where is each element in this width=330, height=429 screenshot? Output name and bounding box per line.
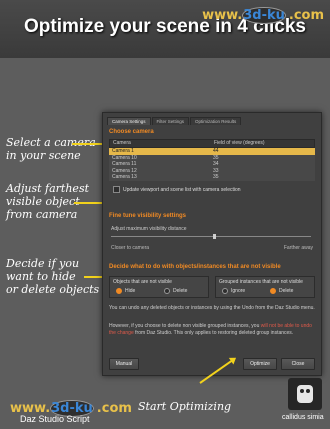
instances-radio-group: Grouped instances that are not visible I… bbox=[215, 276, 315, 298]
radio-dot[interactable] bbox=[222, 288, 228, 294]
undo-info-text: You can undo any deleted objects or inst… bbox=[109, 305, 315, 311]
warning-info-text: However, if you choose to delete non vis… bbox=[109, 323, 315, 336]
watermark-suffix: .com bbox=[96, 401, 132, 416]
callout-line: or delete objects bbox=[6, 283, 100, 296]
arrow-icon bbox=[72, 140, 110, 148]
callout-line: in your scene bbox=[6, 149, 81, 162]
radio-label: Delete bbox=[279, 288, 294, 294]
slider-label: Adjust maximum visibility distance bbox=[111, 226, 187, 232]
table-header: Camera Field of view (degrees) bbox=[109, 139, 315, 148]
callout-line: Decide if you bbox=[6, 257, 80, 270]
close-button[interactable]: Close bbox=[281, 358, 315, 370]
objects-radio-group: Objects that are not visible Hide Delete bbox=[109, 276, 209, 298]
choose-camera-heading: Choose camera bbox=[109, 129, 154, 135]
radio-delete-instances[interactable]: Delete bbox=[270, 288, 293, 294]
manual-button[interactable]: Manual bbox=[109, 358, 139, 370]
decide-heading: Decide what to do with objects/instances… bbox=[109, 264, 281, 270]
radio-label: Delete bbox=[173, 288, 188, 294]
info-text: However, if you choose to delete non vis… bbox=[109, 323, 261, 329]
group-title: Grouped instances that are not visible bbox=[219, 279, 303, 285]
cell-camera: Camera 13 bbox=[112, 174, 137, 180]
watermark-top: www.3d-ku .com bbox=[202, 7, 324, 24]
callout-line: Adjust farthest bbox=[6, 182, 90, 195]
optimizer-dialog: Camera Settings Filter Settings Optimiza… bbox=[102, 112, 322, 376]
update-viewport-checkbox[interactable]: Update viewport and scene list with came… bbox=[113, 186, 241, 193]
column-header-camera[interactable]: Camera bbox=[110, 140, 211, 147]
fine-tune-heading: Fine tune visibility settings bbox=[109, 213, 187, 219]
slider-min-label: Closer to camera bbox=[111, 245, 150, 251]
group-title: Objects that are not visible bbox=[113, 279, 172, 285]
callout-start-optimizing: Start Optimizing bbox=[138, 400, 232, 413]
visibility-distance-slider[interactable] bbox=[111, 234, 311, 239]
radio-dot[interactable] bbox=[164, 288, 170, 294]
slider-max-label: Farther away bbox=[283, 245, 313, 251]
radio-ignore[interactable]: Ignore bbox=[222, 288, 245, 294]
column-header-fov[interactable]: Field of view (degrees) bbox=[211, 140, 314, 147]
callout-select-camera: Select a camera in your scene bbox=[6, 136, 96, 162]
info-text: from Daz Studio. This only applies to re… bbox=[133, 329, 294, 336]
checkbox-label: Update viewport and scene list with came… bbox=[123, 186, 241, 193]
tab-filter-settings[interactable]: Filter Settings bbox=[151, 117, 190, 125]
author-label: callidus simia bbox=[282, 414, 324, 421]
watermark-name: 3d-ku bbox=[242, 7, 286, 24]
slider-handle[interactable] bbox=[213, 234, 217, 239]
tab-bar: Camera Settings Filter Settings Optimiza… bbox=[107, 117, 242, 125]
tab-camera-settings[interactable]: Camera Settings bbox=[107, 117, 151, 125]
cell-fov: 35 bbox=[213, 174, 219, 180]
brand-label: Daz Studio Script bbox=[20, 414, 90, 424]
monkey-logo-icon bbox=[288, 378, 322, 410]
tab-optimization-results[interactable]: Optimization Results bbox=[190, 117, 242, 125]
camera-table: Camera Field of view (degrees) Camera 14… bbox=[109, 139, 315, 181]
radio-dot[interactable] bbox=[270, 288, 276, 294]
optimize-button[interactable]: Optimize bbox=[243, 358, 277, 370]
callout-line: from camera bbox=[6, 208, 78, 221]
radio-hide[interactable]: Hide bbox=[116, 288, 135, 294]
checkbox-box[interactable] bbox=[113, 186, 120, 193]
table-row[interactable]: Camera 13 35 bbox=[109, 174, 315, 181]
watermark-suffix: .com bbox=[288, 8, 324, 23]
radio-dot[interactable] bbox=[116, 288, 122, 294]
radio-delete-objects[interactable]: Delete bbox=[164, 288, 187, 294]
logo-face bbox=[297, 385, 313, 403]
watermark-prefix: www. bbox=[202, 8, 243, 23]
radio-label: Ignore bbox=[231, 288, 246, 294]
radio-label: Hide bbox=[125, 288, 136, 294]
